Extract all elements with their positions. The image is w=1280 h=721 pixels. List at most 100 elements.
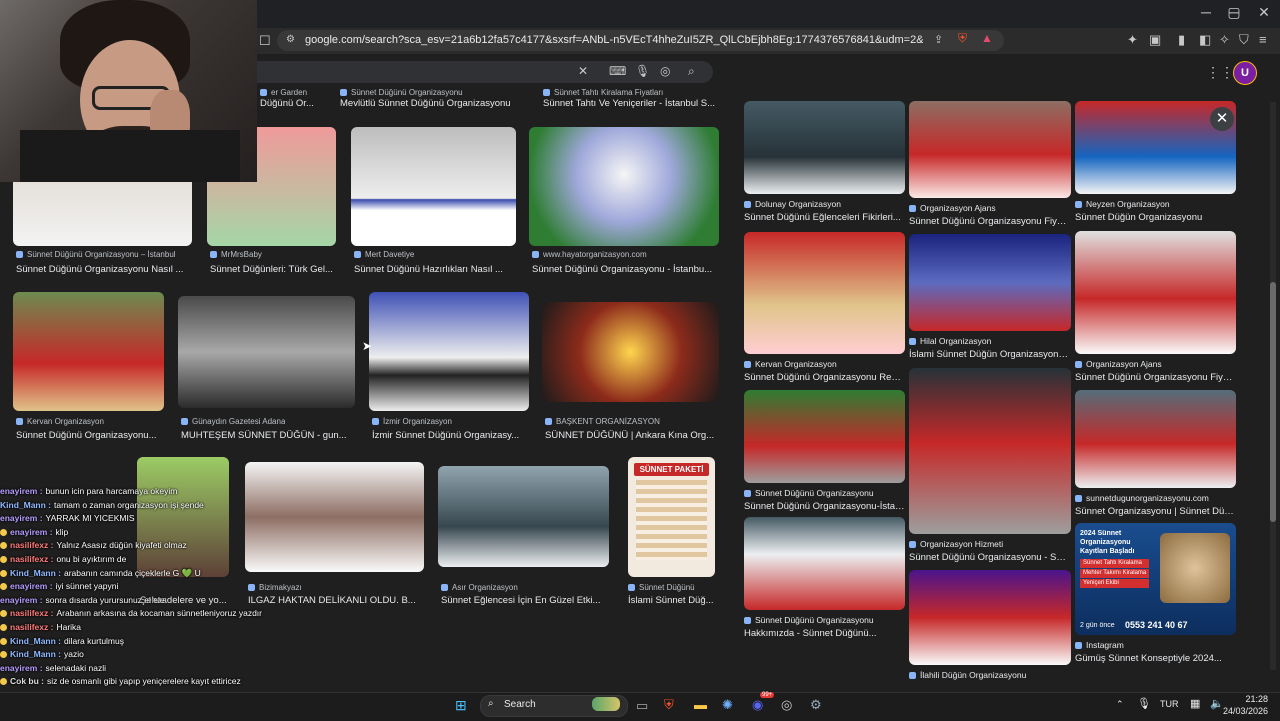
result-title[interactable]: Mevlütlü Sünnet Düğünü Organizasyonu: [340, 98, 511, 109]
image-tile[interactable]: [909, 570, 1071, 665]
chat-username[interactable]: enayirem :: [0, 486, 43, 496]
result-source[interactable]: Asır Organizasyon: [441, 583, 518, 592]
image-tile[interactable]: [1075, 390, 1236, 488]
network-icon[interactable]: ▦: [1190, 697, 1200, 710]
result-source[interactable]: Kervan Organizasyon: [744, 359, 837, 369]
result-source[interactable]: Hilal Organizasyon: [909, 336, 991, 346]
chat-username[interactable]: enayirem :: [10, 581, 53, 591]
chat-username[interactable]: enayirem :: [10, 527, 53, 537]
result-source[interactable]: Sünnet Düğünü Organizasyonu: [744, 488, 874, 498]
language-indicator[interactable]: TUR: [1160, 699, 1179, 709]
result-source[interactable]: BAŞKENT ORGANİZASYON: [545, 417, 660, 426]
image-tile[interactable]: [744, 390, 905, 483]
leo-icon[interactable]: ◧: [1199, 32, 1211, 48]
chat-username[interactable]: enayirem :: [0, 513, 43, 523]
result-source[interactable]: Günaydın Gazetesi Adana: [181, 417, 285, 426]
result-title[interactable]: MUHTEŞEM SÜNNET DÜĞÜN - gun...: [181, 430, 347, 441]
minimize-button[interactable]: ─: [1196, 4, 1216, 20]
chat-username[interactable]: nasilifexz :: [10, 608, 53, 618]
image-tile[interactable]: [369, 292, 529, 411]
image-tile[interactable]: SÜNNET PAKETİ: [628, 457, 715, 577]
result-title[interactable]: Sünnet Düğünü Organizasyonu Nasıl ...: [16, 264, 183, 275]
image-tile[interactable]: [744, 101, 905, 194]
result-source[interactable]: sunnetdugunorganizasyonu.com: [1075, 493, 1209, 503]
keyboard-icon[interactable]: ⌨: [609, 64, 626, 78]
result-title[interactable]: Sünnet Düğünü Hazırlıkları Nasıl ...: [354, 264, 503, 275]
result-source[interactable]: Sünnet Düğünü: [628, 583, 695, 592]
obs-icon[interactable]: ◎: [781, 697, 792, 713]
result-title[interactable]: İslami Sünnet Düğ...: [628, 595, 714, 606]
result-title[interactable]: Sünnet Düğünü Eğlenceleri Fikirleri...: [744, 212, 901, 223]
chat-username[interactable]: enayirem :: [0, 663, 43, 673]
ad-image-tile[interactable]: 2024 Sünnet Organizasyonu Kayıtları Başl…: [1075, 523, 1236, 635]
search-icon[interactable]: ⌕: [688, 64, 695, 79]
result-source[interactable]: Sünnet Düğünü Organizasyonu: [340, 88, 463, 97]
settings-icon[interactable]: ⚙: [810, 697, 822, 713]
close-window-button[interactable]: ✕: [1254, 4, 1274, 21]
image-tile[interactable]: [744, 232, 905, 354]
result-title[interactable]: Sünnet Düğün Organizasyonu: [1075, 212, 1202, 223]
result-source[interactable]: MrMrsBaby: [210, 250, 262, 259]
maximize-button[interactable]: ▢: [1224, 4, 1244, 21]
url-text[interactable]: google.com/search?sca_esv=21a6b12fa57c41…: [305, 34, 923, 46]
chat-username[interactable]: Kind_Mann :: [10, 649, 61, 659]
result-source[interactable]: www.hayatorganizasyon.com: [532, 250, 647, 259]
result-title[interactable]: Hakkımızda - Sünnet Düğünü...: [744, 628, 877, 639]
result-source[interactable]: Kervan Organizasyon: [16, 417, 104, 426]
start-button[interactable]: ⊞: [455, 697, 467, 714]
result-title[interactable]: Sünnet Düğünü Organizasyonu...: [16, 430, 156, 441]
result-source[interactable]: Organizasyon Ajans: [1075, 359, 1162, 369]
vpn-icon[interactable]: ⛉: [1239, 32, 1249, 48]
menu-icon[interactable]: ≡: [1259, 32, 1267, 47]
result-source[interactable]: İlahili Düğün Organizasyonu: [909, 670, 1026, 680]
image-tile[interactable]: [178, 296, 355, 408]
image-tile[interactable]: [438, 466, 609, 567]
chat-username[interactable]: nasilifexz :: [10, 622, 53, 632]
wallet-icon[interactable]: ▣: [1149, 32, 1161, 48]
image-tile[interactable]: [909, 234, 1071, 331]
result-title[interactable]: Sünnet Tahtı Ve Yeniçeriler - İstanbul S…: [543, 98, 715, 109]
file-explorer-icon[interactable]: ▬: [694, 697, 707, 712]
image-tile[interactable]: [542, 302, 719, 402]
result-source[interactable]: Sünnet Düğünü Organizasyonu – İstanbul: [16, 250, 176, 259]
result-title[interactable]: İzmir Sünnet Düğünü Organizasy...: [372, 430, 519, 441]
task-view-icon[interactable]: ▭: [636, 698, 648, 714]
image-tile[interactable]: [351, 127, 516, 246]
result-title[interactable]: Düğünü Or...: [260, 98, 314, 109]
lens-icon[interactable]: ◎: [660, 64, 670, 78]
result-title[interactable]: Sünnet Düğünü Organizasyonu - İstanbu...: [532, 264, 712, 275]
chat-username[interactable]: nasilifexz :: [10, 554, 53, 564]
result-title[interactable]: Sünnet Düğünleri: Türk Gel...: [210, 264, 333, 275]
result-source[interactable]: er Garden: [260, 88, 307, 97]
tray-chevron-icon[interactable]: ⌃: [1116, 699, 1124, 710]
image-tile[interactable]: [909, 368, 1071, 534]
scrollbar-thumb[interactable]: [1270, 282, 1276, 522]
app-icon[interactable]: ✺: [722, 697, 733, 713]
result-title[interactable]: Sünnet Düğünü Organizasyonu Fiyatları...: [1075, 372, 1236, 383]
result-source[interactable]: Mert Davetiye: [354, 250, 414, 259]
chat-username[interactable]: nasilifexz :: [10, 540, 53, 550]
image-tile[interactable]: [1075, 231, 1236, 354]
sidebar-icon[interactable]: ▮: [1178, 32, 1185, 48]
result-source[interactable]: Dolunay Organizasyon: [744, 199, 841, 209]
result-title[interactable]: Sünnet Düğünü Organizasyonu-İstanbu...: [744, 501, 905, 512]
share-icon[interactable]: ⇪: [934, 33, 943, 46]
apps-grid-icon[interactable]: ⋮⋮: [1206, 64, 1234, 81]
clock-time[interactable]: 21:28: [1230, 694, 1268, 704]
page-scrollbar[interactable]: [1270, 102, 1276, 670]
bookmark-icon[interactable]: ☐: [259, 33, 271, 49]
result-title[interactable]: Sünnet Eğlencesi İçin En Güzel Etki...: [441, 595, 600, 606]
result-source[interactable]: Organizasyon Hizmeti: [909, 539, 1003, 549]
result-source[interactable]: Sünnet Tahtı Kiralama Fiyatları: [543, 88, 663, 97]
chat-username[interactable]: Kind_Mann :: [10, 568, 61, 578]
chat-username[interactable]: enayirem :: [0, 595, 43, 605]
clock-date[interactable]: 24/03/2026: [1222, 706, 1268, 716]
microphone-icon[interactable]: 🎙: [635, 64, 650, 78]
result-title[interactable]: Sünnet Düğünü Organizasyonu - Sünne...: [909, 552, 1071, 563]
brave-taskbar-icon[interactable]: ⛨: [664, 697, 674, 713]
result-title[interactable]: Sünnet Organizasyonu | Sünnet Düğünü...: [1075, 506, 1236, 517]
result-title[interactable]: Gümüş Sünnet Konseptiyle 2024...: [1075, 653, 1222, 664]
profile-avatar[interactable]: U: [1233, 61, 1257, 85]
image-tile[interactable]: [744, 517, 905, 610]
brave-shield-icon[interactable]: ⛨: [958, 31, 967, 46]
